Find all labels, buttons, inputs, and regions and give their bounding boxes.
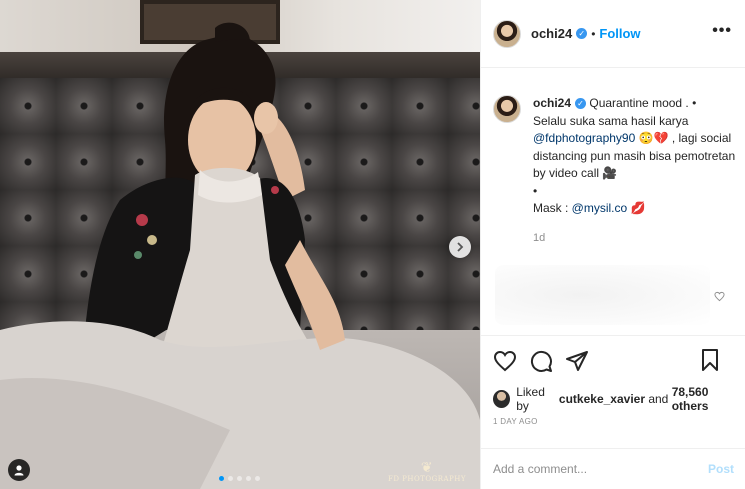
carousel-dots (219, 476, 260, 481)
like-heart-icon[interactable] (493, 349, 517, 373)
watermark-text: FD PHOTOGRAPHY (387, 475, 466, 483)
mask-label: Mask : (533, 201, 572, 215)
carousel-dot (219, 476, 224, 481)
avatar[interactable] (493, 19, 521, 48)
bookmark-icon[interactable] (698, 348, 722, 372)
action-bar (481, 335, 745, 385)
share-paper-plane-icon[interactable] (565, 349, 589, 373)
likes-middle: and (645, 392, 672, 406)
header-separator: • (591, 26, 596, 41)
caption-bullet: • (533, 183, 538, 198)
caption-emoji-1: 😳💔 (635, 131, 669, 145)
post-sidebar: ochi24 ✓ • Follow ••• ochi24 ✓ Quarantine… (480, 0, 745, 489)
photo-watermark: ❦ FD PHOTOGRAPHY (388, 461, 466, 483)
carousel-dot (246, 476, 251, 481)
blurred-comment (495, 265, 710, 325)
post-header: ochi24 ✓ • Follow ••• (481, 0, 745, 68)
post-comment-button[interactable]: Post (708, 462, 734, 476)
post-photo[interactable]: ❦ FD PHOTOGRAPHY (0, 0, 480, 489)
verified-badge-icon: ✓ (575, 98, 587, 110)
post-caption: ochi24 ✓ Quarantine mood . • Selalu suka … (493, 95, 738, 247)
caption-emoji-2: 💋 (627, 201, 646, 215)
comment-bar: Post (481, 448, 745, 489)
chevron-right-icon (457, 242, 464, 252)
post-date[interactable]: 1 DAY AGO (493, 417, 538, 426)
carousel-dot (255, 476, 260, 481)
comment-bubble-icon[interactable] (529, 349, 553, 373)
more-options-icon[interactable]: ••• (712, 23, 732, 39)
caption-line-1: Quarantine mood . • (589, 96, 697, 110)
watermark-logo: ❦ (420, 460, 434, 476)
follow-button[interactable]: Follow (599, 26, 640, 41)
tagged-users-button[interactable] (8, 459, 30, 481)
photo-person (0, 22, 480, 489)
mention-link[interactable]: @mysil.co (572, 201, 628, 215)
caption-username[interactable]: ochi24 (533, 96, 571, 110)
likes-prefix: Liked by (516, 385, 545, 413)
user-icon (14, 465, 24, 476)
carousel-dot (237, 476, 242, 481)
header-username[interactable]: ochi24 (531, 26, 572, 41)
caption-timestamp[interactable]: 1d (533, 230, 738, 248)
caption-avatar[interactable] (493, 95, 521, 123)
liker-username[interactable]: cutkeke_xavier (559, 392, 645, 406)
likes-summary: Liked by cutkeke_xavier and 78,560 other… (493, 385, 745, 413)
mention-link[interactable]: @fdphotography90 (533, 131, 635, 145)
comment-like-heart-icon[interactable] (714, 291, 725, 302)
likes-count[interactable]: 78,560 others (672, 385, 745, 413)
caption-body: ochi24 ✓ Quarantine mood . • Selalu suka … (533, 95, 738, 247)
comment-input[interactable] (493, 462, 708, 476)
carousel-dot (228, 476, 233, 481)
caption-line-2: Selalu suka sama hasil karya (533, 113, 689, 128)
verified-badge-icon: ✓ (576, 28, 588, 39)
next-photo-button[interactable] (449, 236, 471, 258)
liker-avatar[interactable] (493, 390, 511, 408)
